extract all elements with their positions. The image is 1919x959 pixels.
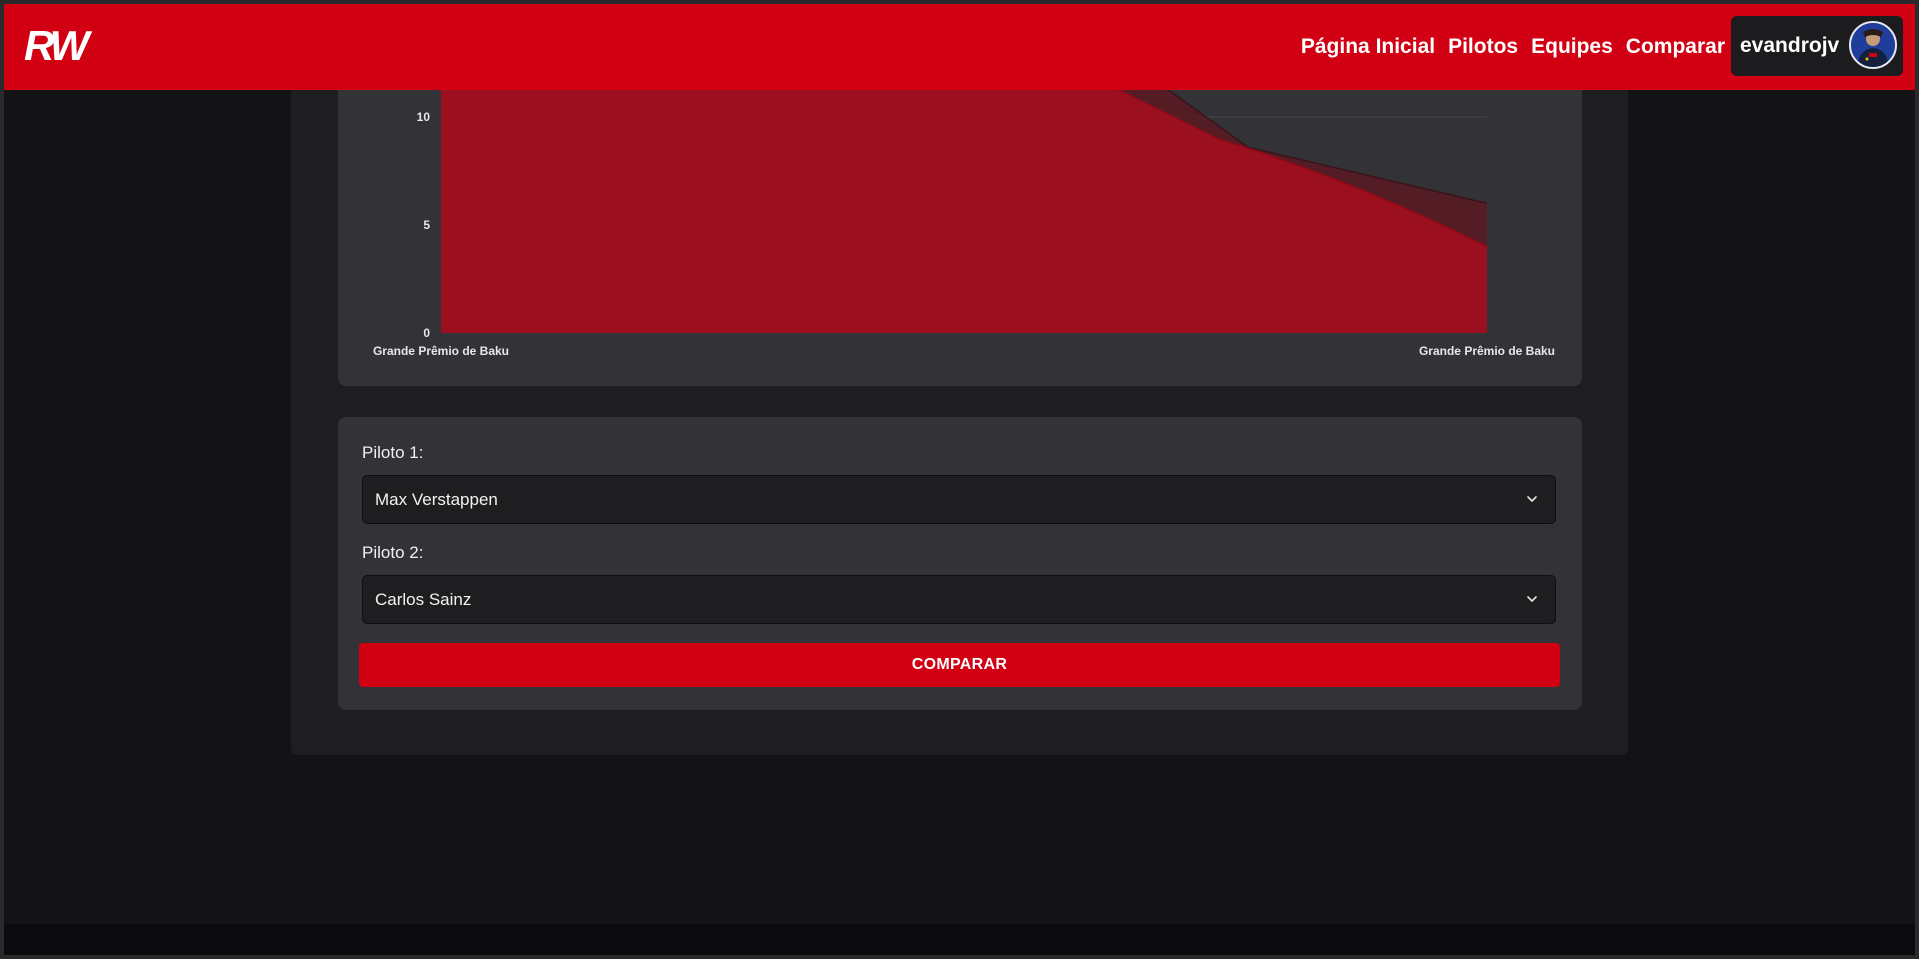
nav-links: Página Inicial Pilotos Equipes Comparar <box>1301 4 1725 90</box>
y-tick-label: 5 <box>423 218 430 232</box>
piloto1-selected-value: Max Verstappen <box>375 490 498 509</box>
x-tick-label: Grande Prêmio de Baku <box>373 344 509 358</box>
avatar <box>1849 21 1897 69</box>
compare-button[interactable]: COMPARAR <box>359 643 1560 687</box>
footer-strip <box>4 924 1915 955</box>
chevron-down-icon <box>1527 496 1537 502</box>
logo[interactable]: RW <box>24 24 104 68</box>
y-tick-label: 0 <box>423 326 430 340</box>
chevron-down-icon <box>1527 596 1537 602</box>
navbar: RW Página Inicial Pilotos Equipes Compar… <box>4 4 1915 90</box>
piloto2-select[interactable]: Carlos Sainz <box>362 575 1556 624</box>
nav-link-comparar[interactable]: Comparar <box>1626 35 1725 59</box>
username: evandrojv <box>1740 34 1840 57</box>
nav-link-pagina-inicial[interactable]: Página Inicial <box>1301 35 1435 59</box>
compare-form: Piloto 1: Max Verstappen Piloto 2: Carlo… <box>338 417 1582 710</box>
series-area-2 <box>441 90 1487 333</box>
chart-canvas: 0 5 10 Grande Prêmio de Baku Grande Prêmio d… <box>373 90 1555 358</box>
nav-link-pilotos[interactable]: Pilotos <box>1448 35 1518 59</box>
piloto2-selected-value: Carlos Sainz <box>375 590 472 609</box>
nav-link-equipes[interactable]: Equipes <box>1531 35 1613 59</box>
points-chart: 0 5 10 Grande Prêmio de Baku Grande Prêmio d… <box>338 90 1582 386</box>
app-window: 0 5 10 Grande Prêmio de Baku Grande Prêmio d… <box>0 0 1919 959</box>
y-tick-label: 10 <box>417 110 431 124</box>
piloto1-select[interactable]: Max Verstappen <box>362 475 1556 524</box>
piloto1-label: Piloto 1: <box>362 443 424 462</box>
logo-text: RW <box>24 24 93 68</box>
x-tick-label: Grande Prêmio de Baku <box>1419 344 1555 358</box>
avatar-icon <box>1851 23 1895 67</box>
piloto2-label: Piloto 2: <box>362 543 424 562</box>
user-menu[interactable]: evandrojv <box>1731 16 1903 76</box>
